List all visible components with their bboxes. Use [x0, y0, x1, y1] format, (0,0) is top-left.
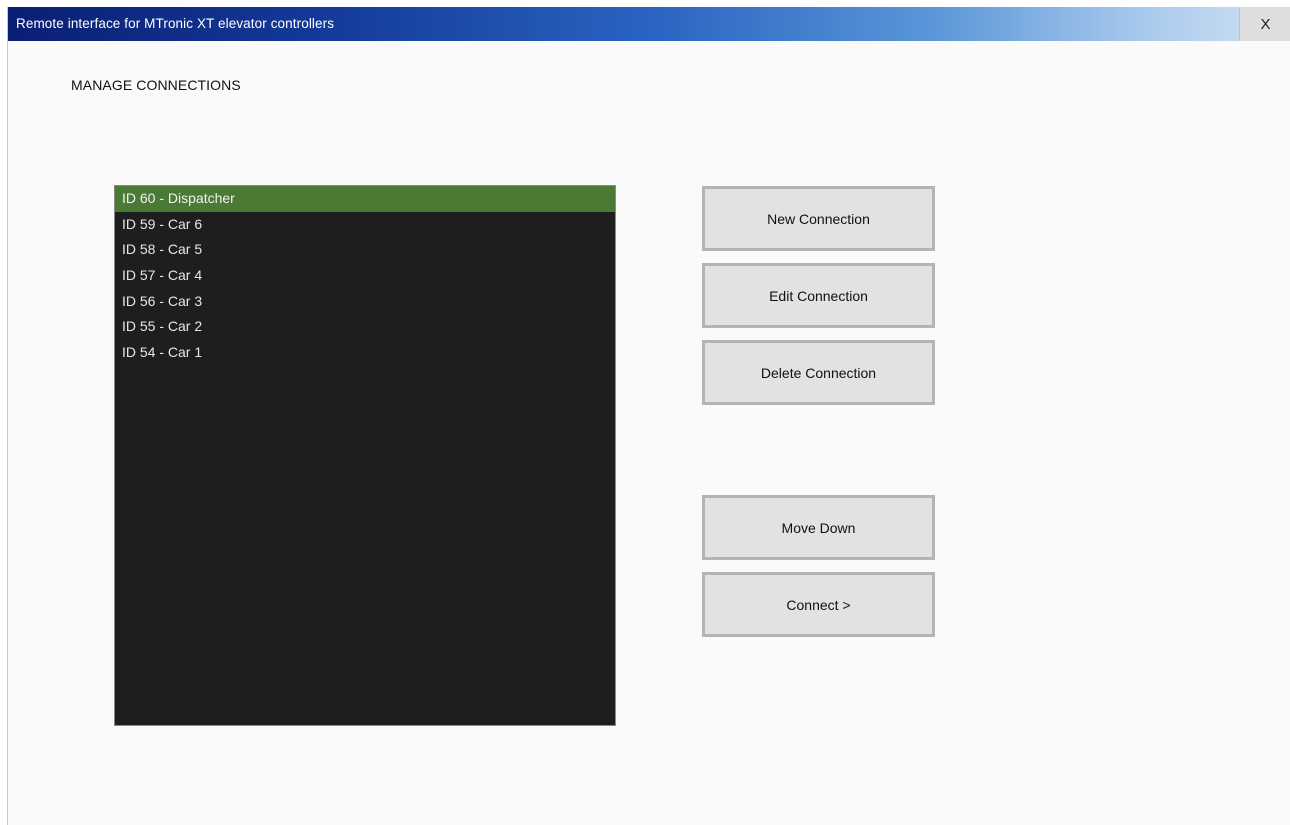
new-connection-button[interactable]: New Connection	[702, 186, 935, 251]
list-item-connection[interactable]: ID 57 - Car 4	[115, 263, 615, 289]
move-down-button[interactable]: Move Down	[702, 495, 935, 560]
connection-list[interactable]: ID 60 - Dispatcher ID 59 - Car 6 ID 58 -…	[114, 185, 616, 726]
title-bar[interactable]: Remote interface for MTronic XT elevator…	[8, 7, 1290, 41]
list-item-connection[interactable]: ID 54 - Car 1	[115, 340, 615, 366]
list-item-connection[interactable]: ID 59 - Car 6	[115, 212, 615, 238]
window-title: Remote interface for MTronic XT elevator…	[16, 16, 335, 31]
list-item-connection[interactable]: ID 55 - Car 2	[115, 314, 615, 340]
delete-connection-button[interactable]: Delete Connection	[702, 340, 935, 405]
list-item-connection-selected[interactable]: ID 60 - Dispatcher	[115, 186, 615, 212]
edit-connection-button[interactable]: Edit Connection	[702, 263, 935, 328]
app-window: Remote interface for MTronic XT elevator…	[7, 7, 1290, 825]
list-item-connection[interactable]: ID 56 - Car 3	[115, 289, 615, 315]
list-item-connection[interactable]: ID 58 - Car 5	[115, 237, 615, 263]
page-title: MANAGE CONNECTIONS	[71, 77, 241, 93]
connect-button[interactable]: Connect >	[702, 572, 935, 637]
close-button[interactable]: X	[1239, 7, 1290, 41]
